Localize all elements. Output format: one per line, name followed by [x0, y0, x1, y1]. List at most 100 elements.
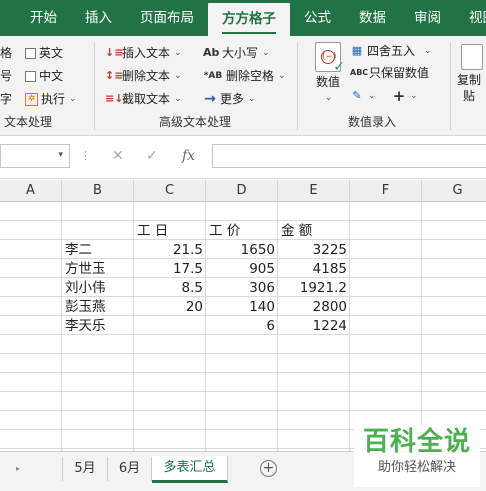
drag-handle-icon[interactable]: ⋮	[80, 149, 91, 162]
table-row	[0, 354, 486, 373]
chevron-down-icon: ⌄	[262, 48, 270, 58]
copy-label: 复制	[457, 73, 482, 87]
execute-icon: ✲	[25, 92, 38, 106]
scroll-left-icon[interactable]: ▸	[16, 464, 20, 473]
chevron-down-icon: ⌄	[174, 71, 182, 81]
column-header-g[interactable]: G	[422, 180, 486, 202]
sheet-tab-summary[interactable]: 多表汇总	[152, 456, 228, 483]
extract-text-icon: ≡↓	[105, 92, 124, 105]
cell-amount[interactable]: 2800	[278, 297, 350, 316]
cell-name[interactable]: 彭玉燕	[62, 297, 134, 316]
table-row	[0, 335, 486, 354]
ribbon-group-copy: 复制 贴	[451, 36, 486, 136]
cancel-icon[interactable]: ✕	[112, 148, 124, 164]
watermark-title: 百科全说	[362, 427, 471, 457]
spreadsheet-grid[interactable]: A B C D E F G 工 日 工 价 金 额 李二 21.5 1650 3…	[0, 180, 486, 451]
table-row	[0, 202, 486, 221]
column-header-f[interactable]: F	[350, 180, 422, 202]
add-sheet-icon[interactable]: +	[260, 460, 277, 477]
extract-text-button[interactable]: ≡↓ 截取文本 ⌄	[105, 88, 182, 110]
plus-icon: +	[392, 87, 406, 105]
cell-name[interactable]: 李天乐	[62, 316, 134, 335]
cell-amount[interactable]: 1224	[278, 316, 350, 335]
more-button[interactable]: → 更多 ⌄	[203, 88, 255, 110]
execute-button[interactable]: ✲ 执行 ⌄	[25, 88, 77, 110]
cell-days[interactable]: 20	[134, 297, 206, 316]
partial-item-1[interactable]: 格	[0, 42, 12, 64]
cell-price[interactable]: 6	[206, 316, 278, 335]
tab-formulas[interactable]: 公式	[290, 0, 345, 36]
copy-icon	[461, 44, 483, 70]
delete-text-icon: ↕≡	[105, 69, 124, 82]
execute-label: 执行	[41, 92, 66, 106]
ribbon-group-advanced-text: ↓≡ 插入文本 ⌄ ↕≡ 删除文本 ⌄ ≡↓ 截取文本 ⌄ Ab 大小写 ⌄ *…	[95, 36, 297, 136]
partial-item-2[interactable]: 号	[0, 65, 12, 87]
sheet-tab-may[interactable]: 5月	[62, 457, 108, 481]
cell-amount[interactable]: 1921.2	[278, 278, 350, 297]
cell-price[interactable]: 905	[206, 259, 278, 278]
insert-text-button[interactable]: ↓≡ 插入文本 ⌄	[105, 42, 182, 64]
cell-price[interactable]: 1650	[206, 240, 278, 259]
function-icon[interactable]: fx	[182, 148, 195, 164]
group-label-advanced-text: 高级文本处理	[159, 115, 232, 129]
cell-days[interactable]	[134, 316, 206, 335]
formula-input[interactable]	[212, 144, 486, 168]
copy-paste-button[interactable]: 复制 贴	[457, 42, 486, 104]
cell-days[interactable]: 17.5	[134, 259, 206, 278]
tab-page-layout[interactable]: 页面布局	[126, 0, 208, 36]
header-amount[interactable]: 金 额	[278, 221, 350, 240]
header-days[interactable]: 工 日	[134, 221, 206, 240]
tab-fangfang[interactable]: 方方格子	[208, 3, 290, 36]
round-label: 四舍五入	[367, 44, 416, 58]
checkbox-icon[interactable]	[25, 70, 36, 82]
chevron-down-icon: ⌄	[410, 91, 418, 101]
column-header-c[interactable]: C	[134, 180, 206, 202]
confirm-icon[interactable]: ✓	[146, 148, 158, 164]
chinese-label: 中文	[39, 69, 64, 83]
case-button[interactable]: Ab 大小写 ⌄	[203, 42, 270, 64]
tab-review[interactable]: 审阅	[400, 0, 455, 36]
delete-space-button[interactable]: *AB 删除空格 ⌄	[203, 65, 286, 87]
number-button[interactable]: (−) ✓ 数值 ⌄	[310, 42, 346, 106]
edit-dropdown-button[interactable]: ✎ ⌄	[350, 85, 375, 107]
cell-amount[interactable]: 3225	[278, 240, 350, 259]
checkbox-icon[interactable]	[25, 47, 36, 59]
name-box[interactable]: ▾	[0, 144, 70, 168]
column-header-b[interactable]: B	[62, 180, 134, 202]
cell-days[interactable]: 8.5	[134, 278, 206, 297]
delete-space-label: 删除空格	[226, 69, 275, 83]
delete-space-icon: *AB	[203, 71, 223, 81]
tab-insert[interactable]: 插入	[71, 0, 126, 36]
round-icon: ▦	[351, 44, 363, 57]
column-header-a[interactable]: A	[0, 180, 62, 202]
cell-name[interactable]: 刘小伟	[62, 278, 134, 297]
tab-home[interactable]: 开始	[0, 0, 71, 36]
column-header-e[interactable]: E	[278, 180, 350, 202]
watermark-subtitle: 助你轻松解决	[377, 460, 456, 475]
chevron-down-icon: ⌄	[174, 94, 182, 104]
header-price[interactable]: 工 价	[206, 221, 278, 240]
sheet-tab-june[interactable]: 6月	[108, 457, 152, 481]
cell-price[interactable]: 140	[206, 297, 278, 316]
round-button[interactable]: ▦ 四舍五入 ⌄	[350, 40, 432, 62]
cell-name[interactable]: 李二	[62, 240, 134, 259]
ribbon: 格 号 字 英文 中文 ✲ 执行 ⌄ 文本处理 ↓≡ 插入文本 ⌄ ↕≡ 删除文…	[0, 36, 486, 136]
cell-amount[interactable]: 4185	[278, 259, 350, 278]
number-label: 数值	[315, 75, 340, 89]
add-dropdown-button[interactable]: + ⌄	[392, 85, 418, 107]
cell-price[interactable]: 306	[206, 278, 278, 297]
cell-name[interactable]: 方世玉	[62, 259, 134, 278]
keep-numbers-button[interactable]: ABC 只保留数值	[350, 62, 429, 84]
chevron-down-icon[interactable]: ▾	[58, 150, 63, 160]
tab-data[interactable]: 数据	[345, 0, 400, 36]
partial-item-3[interactable]: 字	[0, 88, 12, 110]
tab-view[interactable]: 视图	[455, 0, 486, 36]
delete-text-button[interactable]: ↕≡ 删除文本 ⌄	[105, 65, 182, 87]
cell-days[interactable]: 21.5	[134, 240, 206, 259]
english-checkbox[interactable]: 英文	[25, 42, 63, 64]
chinese-checkbox[interactable]: 中文	[25, 65, 63, 87]
chevron-down-icon: ⌄	[424, 46, 432, 56]
insert-text-icon: ↓≡	[105, 46, 124, 59]
column-header-d[interactable]: D	[206, 180, 278, 202]
menu-tab-bar: 开始 插入 页面布局 方方格子 公式 数据 审阅 视图	[0, 0, 486, 36]
